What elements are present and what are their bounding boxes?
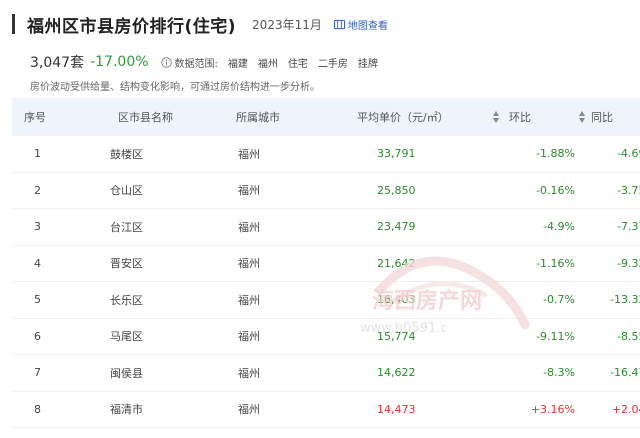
city-cell: 福州 <box>228 208 351 246</box>
district-cell: 台江区 <box>94 208 228 246</box>
column-header-yoy[interactable]: 同比 <box>589 98 640 136</box>
yoy-cell: -13.32% <box>589 281 640 319</box>
rank-cell: 7 <box>12 354 94 392</box>
yoy-cell: -16.47% <box>589 354 640 392</box>
rank-cell: 5 <box>12 281 94 319</box>
data-scope: 数据范围: 福建 福州 住宅 二手房 挂牌 <box>160 55 378 70</box>
table-row[interactable]: 7 闽侯县 福州 14,622 -8.3% -16.47% <box>12 354 640 392</box>
price-cell: 25,850 <box>351 172 507 209</box>
page-title: 福州区市县房价排行(住宅) <box>27 16 237 37</box>
city-cell: 福州 <box>228 318 351 355</box>
scope-tag-source: 挂牌 <box>357 58 378 70</box>
scope-tag-province: 福建 <box>227 58 248 70</box>
report-date: 2023年11月 <box>252 17 322 32</box>
price-cell: 14,473 <box>351 391 507 428</box>
scope-tag-type: 住宅 <box>287 58 308 70</box>
listing-count: 3,047套 <box>30 55 85 71</box>
mom-cell: -1.16% <box>507 245 589 282</box>
column-header-rank: 序号 <box>24 111 46 124</box>
page-header: 福州区市县房价排行(住宅) 2023年11月 地图查看 <box>12 12 388 37</box>
price-cell: 14,622 <box>351 354 507 392</box>
sort-mom-icon[interactable] <box>579 111 585 123</box>
map-view-link[interactable]: 地图查看 <box>333 17 388 32</box>
yoy-cell: -8.55% <box>589 318 640 355</box>
column-header-city: 所属城市 <box>236 111 280 124</box>
data-scope-label: 数据范围: <box>160 55 218 70</box>
district-cell: 马尾区 <box>94 318 228 355</box>
table-row[interactable]: 5 长乐区 福州 16,403 -0.7% -13.32% <box>12 281 640 319</box>
mom-cell: +3.16% <box>507 391 589 428</box>
yoy-cell: -9.32% <box>589 245 640 282</box>
table-row[interactable]: 2 仓山区 福州 25,850 -0.16% -3.75% <box>12 172 640 209</box>
city-cell: 福州 <box>228 354 351 392</box>
table-row[interactable]: 1 鼓楼区 福州 33,791 -1.88% -4.69% <box>12 136 640 173</box>
price-note: 房价波动受供给量、结构变化影响，可通过房价结构进一步分析。 <box>30 82 320 93</box>
column-header-price[interactable]: 平均单价（元/㎡） <box>351 98 507 136</box>
mom-cell: -8.3% <box>507 354 589 392</box>
info-icon <box>160 56 172 68</box>
mom-cell: -1.88% <box>507 136 589 173</box>
summary-row: 3,047套 -17.00% 数据范围: 福建 福州 住宅 二手房 挂牌 <box>30 52 378 72</box>
yoy-cell: -4.69% <box>589 136 640 173</box>
district-cell: 福清市 <box>94 391 228 428</box>
rank-cell: 4 <box>12 245 94 282</box>
table-row[interactable]: 3 台江区 福州 23,479 -4.9% -7.37% <box>12 208 640 246</box>
rank-cell: 8 <box>12 391 94 428</box>
district-cell: 晋安区 <box>94 245 228 282</box>
rank-cell: 6 <box>12 318 94 355</box>
yoy-cell: -7.37% <box>589 208 640 246</box>
sort-price-icon[interactable] <box>493 111 499 123</box>
city-cell: 福州 <box>228 172 351 209</box>
column-header-district: 区市县名称 <box>118 111 173 124</box>
rank-cell: 3 <box>12 208 94 246</box>
yoy-cell: +2.04% <box>589 391 640 428</box>
city-cell: 福州 <box>228 281 351 319</box>
mom-cell: -0.16% <box>507 172 589 209</box>
price-cell: 15,774 <box>351 318 507 355</box>
district-cell: 仓山区 <box>94 172 228 209</box>
district-cell: 长乐区 <box>94 281 228 319</box>
price-cell: 16,403 <box>351 281 507 319</box>
table-header-row: 序号 区市县名称 所属城市 平均单价（元/㎡） 环比 同比 <box>12 98 640 136</box>
data-scope-text: 数据范围: <box>174 58 218 70</box>
table-row[interactable]: 8 福清市 福州 14,473 +3.16% +2.04% <box>12 391 640 428</box>
table-row[interactable]: 6 马尾区 福州 15,774 -9.11% -8.55% <box>12 318 640 355</box>
overall-change: -17.00% <box>90 54 149 70</box>
mom-cell: -4.9% <box>507 208 589 246</box>
price-cell: 23,479 <box>351 208 507 246</box>
city-cell: 福州 <box>228 245 351 282</box>
mom-cell: -0.7% <box>507 281 589 319</box>
rank-cell: 1 <box>12 136 94 173</box>
city-cell: 福州 <box>228 136 351 173</box>
city-cell: 福州 <box>228 391 351 428</box>
price-ranking-table: 序号 区市县名称 所属城市 平均单价（元/㎡） 环比 同比 1 鼓楼区 福州 3… <box>12 98 640 428</box>
mom-cell: -9.11% <box>507 318 589 355</box>
scope-tag-market: 二手房 <box>317 58 348 70</box>
map-view-label: 地图查看 <box>347 20 388 32</box>
map-icon <box>333 19 345 29</box>
scope-tag-city: 福州 <box>257 58 278 70</box>
yoy-cell: -3.75% <box>589 172 640 209</box>
price-cell: 21,642 <box>351 245 507 282</box>
rank-cell: 2 <box>12 172 94 209</box>
table-row[interactable]: 4 晋安区 福州 21,642 -1.16% -9.32% <box>12 245 640 282</box>
district-cell: 鼓楼区 <box>94 136 228 173</box>
title-accent-bar <box>12 14 15 34</box>
price-cell: 33,791 <box>351 136 507 173</box>
column-header-mom[interactable]: 环比 <box>507 98 589 136</box>
district-cell: 闽侯县 <box>94 354 228 392</box>
